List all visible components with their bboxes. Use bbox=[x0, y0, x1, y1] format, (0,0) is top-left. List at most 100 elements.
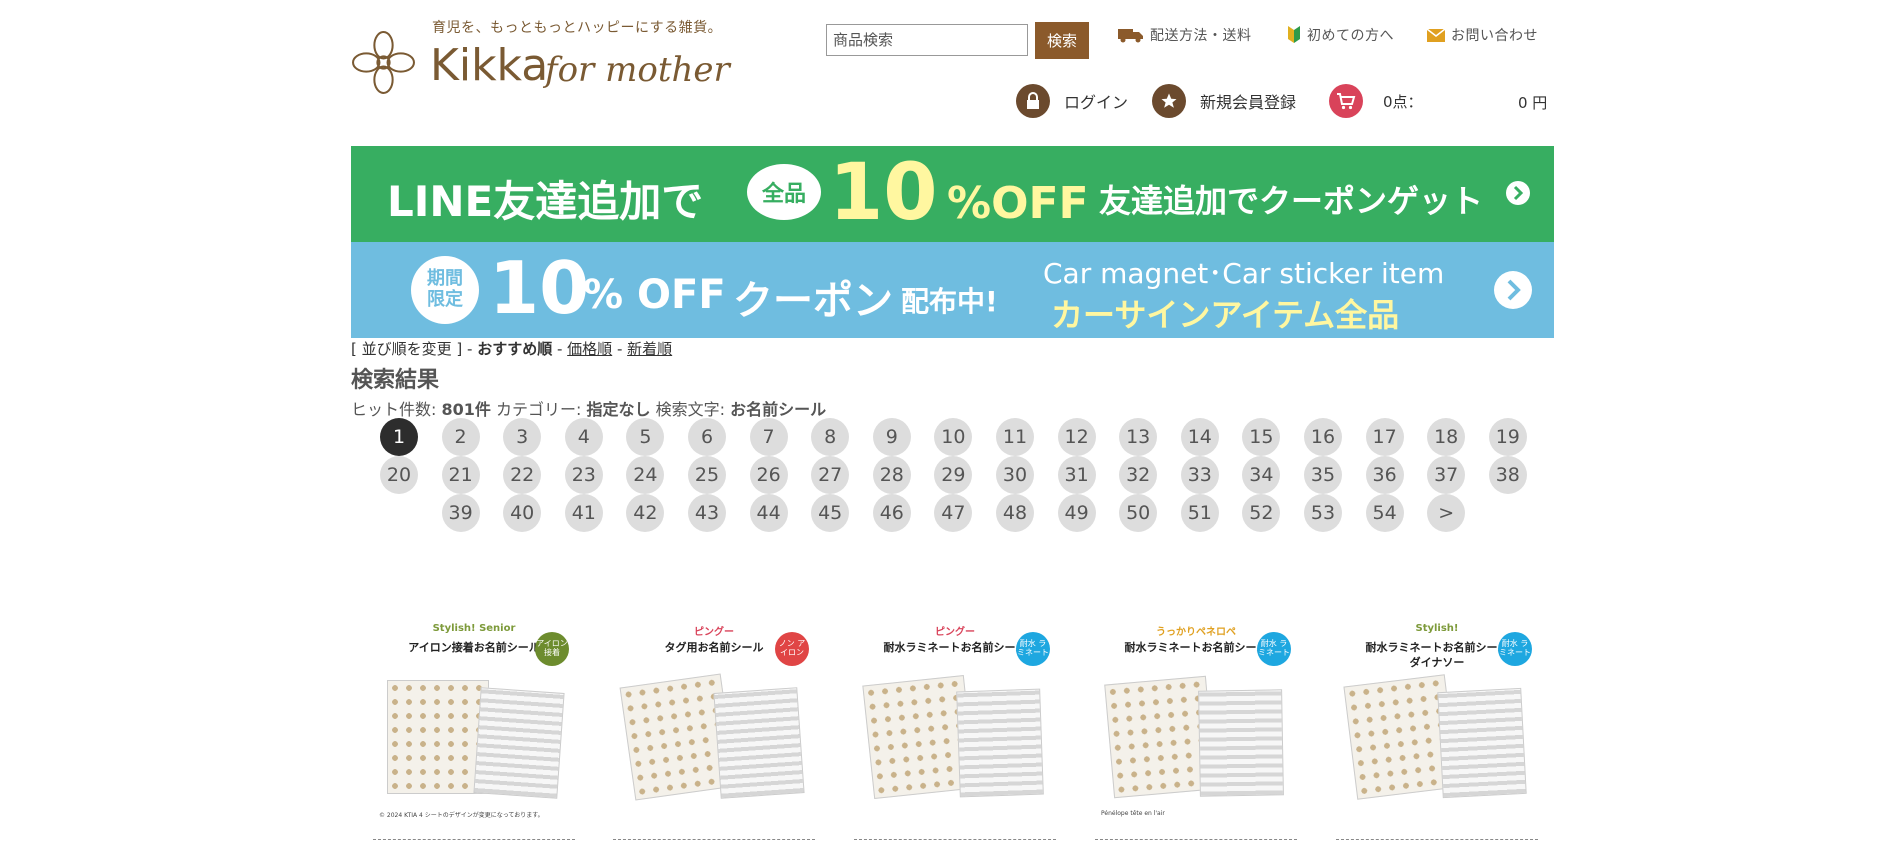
search-button[interactable]: 検索 bbox=[1035, 22, 1089, 59]
product-thumbnail[interactable]: ピングー 耐水ラミネートお名前シール 耐水 ラミネート bbox=[854, 620, 1056, 820]
page-button[interactable]: 46 bbox=[872, 494, 911, 532]
page-button[interactable]: 50 bbox=[1119, 494, 1158, 532]
product-thumbnail[interactable]: Stylish! 耐水ラミネートお名前シール ダイナソー 耐水 ラミネート bbox=[1336, 620, 1538, 820]
page-button[interactable]: 34 bbox=[1242, 456, 1281, 494]
next-page-button[interactable]: > bbox=[1427, 494, 1466, 532]
star-icon bbox=[1152, 84, 1186, 118]
search-input[interactable] bbox=[826, 24, 1028, 56]
register-link[interactable]: 新規会員登録 bbox=[1152, 84, 1296, 118]
page-button[interactable]: 20 bbox=[380, 456, 418, 494]
page-button[interactable]: 41 bbox=[564, 494, 603, 532]
flower-logo-icon[interactable] bbox=[351, 30, 416, 95]
page-button[interactable]: 14 bbox=[1180, 418, 1219, 456]
page-button[interactable]: 25 bbox=[688, 456, 726, 494]
page-button[interactable]: 51 bbox=[1180, 494, 1219, 532]
sort-by-price-link[interactable]: 価格順 bbox=[567, 340, 612, 358]
cart-link[interactable]: 0点： bbox=[1329, 84, 1423, 118]
product-thumbnail[interactable]: Stylish! Senior アイロン接着お名前シール アイロン接着 © 2024 … bbox=[373, 620, 575, 820]
page-button[interactable]: 16 bbox=[1304, 418, 1342, 456]
page-button[interactable]: 28 bbox=[872, 456, 911, 494]
divider bbox=[613, 839, 815, 840]
page-button[interactable]: 53 bbox=[1304, 494, 1342, 532]
page-button[interactable]: 13 bbox=[1119, 418, 1158, 456]
page-button[interactable]: 39 bbox=[441, 494, 480, 532]
hit-count: 801件 bbox=[441, 400, 491, 419]
product-thumbnail[interactable]: ピングー タグ用お名前シール ノン アイロン bbox=[613, 620, 815, 820]
page-button[interactable]: 12 bbox=[1057, 418, 1096, 456]
page-button[interactable]: 15 bbox=[1242, 418, 1281, 456]
page-button[interactable]: 26 bbox=[749, 456, 788, 494]
car-sign-coupon-banner[interactable]: 期間 限定 10 % OFF クーポン 配布中! Car magnet･Car … bbox=[351, 242, 1554, 338]
result-summary: ヒット件数: 801件 カテゴリー: 指定なし 検索文字: お名前シール bbox=[351, 400, 827, 419]
shipping-link[interactable]: 配送方法・送料 bbox=[1118, 25, 1252, 45]
page-button[interactable]: 7 bbox=[749, 418, 788, 456]
line-coupon-banner[interactable]: LINE友達追加で 全品 10 %OFF 友達追加でクーポンゲット bbox=[351, 146, 1554, 242]
page-button[interactable]: 35 bbox=[1304, 456, 1342, 494]
page-button[interactable]: 8 bbox=[811, 418, 850, 456]
page-button[interactable]: 32 bbox=[1119, 456, 1158, 494]
first-time-link-label: 初めての方へ bbox=[1307, 28, 1394, 44]
product-card[interactable]: ピングー 耐水ラミネートお名前シール 耐水 ラミネート bbox=[854, 620, 1056, 842]
product-card[interactable]: うっかりペネロペ 耐水ラミネートお名前シール 耐水 ラミネート Pénélope tê… bbox=[1095, 620, 1297, 842]
product-thumbnail[interactable]: うっかりペネロペ 耐水ラミネートお名前シール 耐水 ラミネート Pénélope tê… bbox=[1095, 620, 1297, 820]
truck-icon bbox=[1118, 29, 1143, 43]
page-button[interactable]: 36 bbox=[1365, 456, 1404, 494]
page-button[interactable]: 54 bbox=[1365, 494, 1404, 532]
page-button[interactable]: 21 bbox=[441, 456, 480, 494]
product-feature-badge: 耐水 ラミネート bbox=[1016, 632, 1050, 666]
page-button[interactable]: 6 bbox=[688, 418, 726, 456]
page-button[interactable]: 27 bbox=[811, 456, 850, 494]
page-title: 検索結果 bbox=[351, 368, 440, 393]
page-button[interactable]: 23 bbox=[564, 456, 603, 494]
logo-wordmark[interactable]: Kikka bbox=[430, 40, 548, 91]
limited-time-top: 期間 bbox=[427, 268, 463, 290]
page-button[interactable]: 3 bbox=[503, 418, 542, 456]
divider bbox=[854, 839, 1056, 840]
limited-time-badge: 期間 限定 bbox=[411, 256, 479, 324]
page-button[interactable]: 30 bbox=[996, 456, 1034, 494]
page-button[interactable]: 40 bbox=[503, 494, 542, 532]
page-button[interactable]: 42 bbox=[626, 494, 665, 532]
first-time-link[interactable]: 初めての方へ bbox=[1287, 25, 1394, 45]
page-button[interactable]: 43 bbox=[688, 494, 726, 532]
login-link[interactable]: ログイン bbox=[1016, 84, 1128, 118]
page-button[interactable]: 52 bbox=[1242, 494, 1281, 532]
page-button[interactable]: 11 bbox=[996, 418, 1034, 456]
page-button[interactable]: 9 bbox=[872, 418, 911, 456]
page-button[interactable]: 2 bbox=[441, 418, 480, 456]
sort-prefix: [ 並び順を変更 ] bbox=[351, 340, 463, 358]
product-card[interactable]: Stylish! Senior アイロン接着お名前シール アイロン接着 © 2024 … bbox=[373, 620, 575, 842]
logo-subtitle: for mother bbox=[545, 50, 730, 90]
page-button[interactable]: 37 bbox=[1427, 456, 1466, 494]
page-button[interactable]: 29 bbox=[934, 456, 973, 494]
page-button[interactable]: 4 bbox=[564, 418, 603, 456]
page-button[interactable]: 49 bbox=[1057, 494, 1096, 532]
page-button[interactable]: 48 bbox=[996, 494, 1034, 532]
page-button[interactable]: 1 bbox=[380, 418, 418, 456]
page-button[interactable]: 22 bbox=[503, 456, 542, 494]
page-button[interactable]: 45 bbox=[811, 494, 850, 532]
car-banner-distributing: 配布中! bbox=[901, 285, 998, 318]
beginner-mark-icon bbox=[1288, 26, 1300, 43]
product-card[interactable]: ピングー タグ用お名前シール ノン アイロン bbox=[613, 620, 815, 842]
contact-link[interactable]: お問い合わせ bbox=[1427, 25, 1538, 45]
line-banner-percent: 10 bbox=[829, 148, 938, 238]
all-items-bubble: 全品 bbox=[747, 164, 821, 220]
sort-by-newest-link[interactable]: 新着順 bbox=[627, 340, 672, 358]
page-button[interactable]: 24 bbox=[626, 456, 665, 494]
page-button[interactable]: 47 bbox=[934, 494, 973, 532]
page-button[interactable]: 44 bbox=[749, 494, 788, 532]
page-button[interactable]: 33 bbox=[1180, 456, 1219, 494]
page-button[interactable]: 5 bbox=[626, 418, 665, 456]
page-button[interactable]: 18 bbox=[1427, 418, 1466, 456]
page-button[interactable]: 10 bbox=[934, 418, 973, 456]
page-button[interactable]: 19 bbox=[1488, 418, 1527, 456]
page-button[interactable]: 31 bbox=[1057, 456, 1096, 494]
page-button[interactable]: 38 bbox=[1488, 456, 1527, 494]
sticker-sheet-image bbox=[713, 687, 805, 799]
product-card[interactable]: Stylish! 耐水ラミネートお名前シール ダイナソー 耐水 ラミネート bbox=[1336, 620, 1538, 842]
cart-count: 0点： bbox=[1383, 92, 1423, 111]
sticker-sheet-image bbox=[1198, 689, 1284, 797]
page-button[interactable]: 17 bbox=[1365, 418, 1404, 456]
contact-link-label: お問い合わせ bbox=[1451, 28, 1538, 44]
